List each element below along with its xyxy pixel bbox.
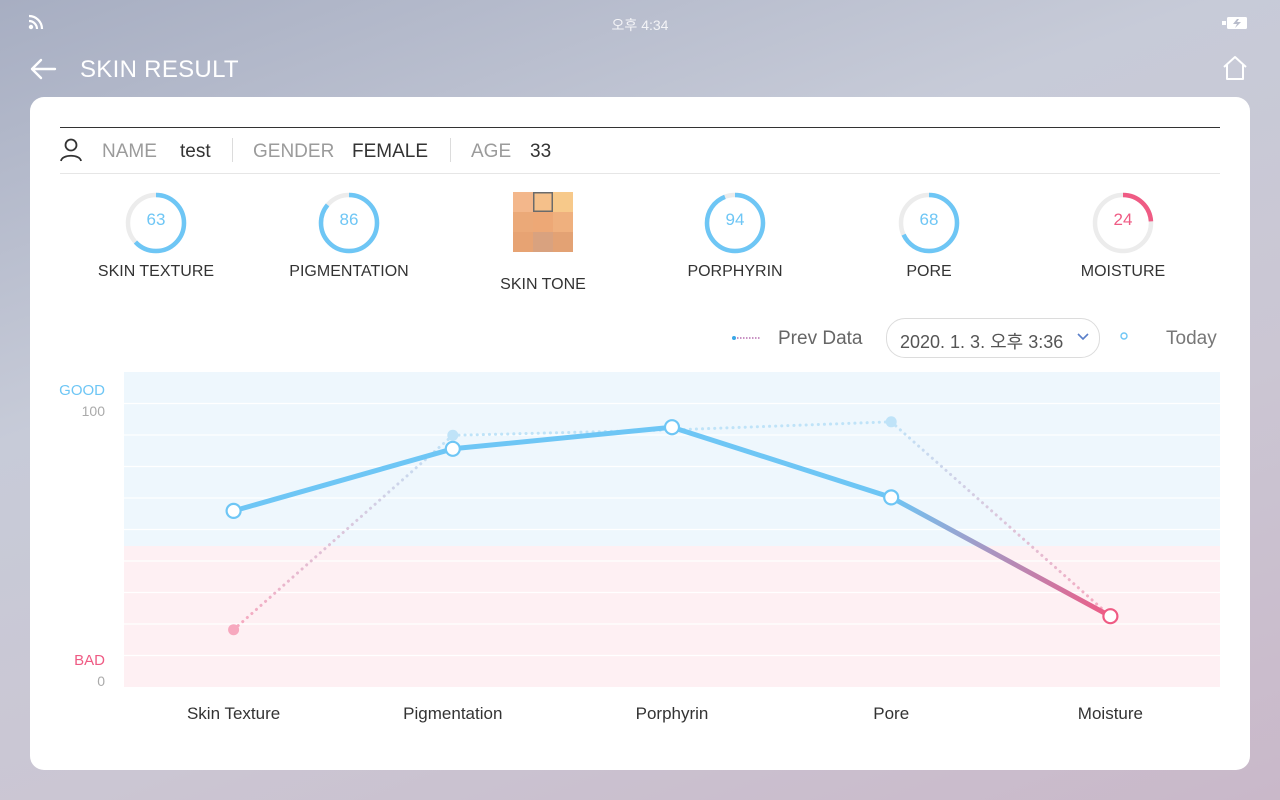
today-data-point xyxy=(663,419,681,436)
x-tick-label: Pore xyxy=(873,704,909,723)
skin-line-chart: GOOD BAD 0 100 Skin Texture Pigmentation Porph… xyxy=(59,372,1220,723)
prev-data-point xyxy=(447,429,459,441)
prev-data-point xyxy=(228,624,240,636)
home-button[interactable] xyxy=(1220,53,1250,83)
y-tick-label: 100 xyxy=(82,403,106,419)
bad-label: BAD xyxy=(74,652,105,669)
y-tick-label: 0 xyxy=(97,673,105,689)
good-label: GOOD xyxy=(59,382,105,399)
result-card: NAME test GENDER FEMALE AGE 33 63 SKIN T… xyxy=(30,97,1250,770)
today-data-point xyxy=(883,489,900,506)
x-tick-label: Pigmentation xyxy=(403,704,502,723)
prev-data-point xyxy=(885,416,897,428)
app-header: SKIN RESULT xyxy=(0,46,1280,92)
today-data-point xyxy=(444,440,461,457)
clock: 오후 4:34 xyxy=(611,17,669,33)
good-zone xyxy=(124,372,1220,546)
today-data-point xyxy=(225,502,242,519)
x-tick-label: Skin Texture xyxy=(187,704,280,723)
page-title: SKIN RESULT xyxy=(80,56,239,83)
x-tick-label: Porphyrin xyxy=(636,704,709,723)
battery-charging-icon xyxy=(1222,17,1247,29)
today-data-point xyxy=(1102,608,1119,625)
status-bar: 오후 4:34 xyxy=(0,0,1280,46)
back-button[interactable] xyxy=(28,54,58,84)
x-tick-label: Moisture xyxy=(1078,704,1143,723)
